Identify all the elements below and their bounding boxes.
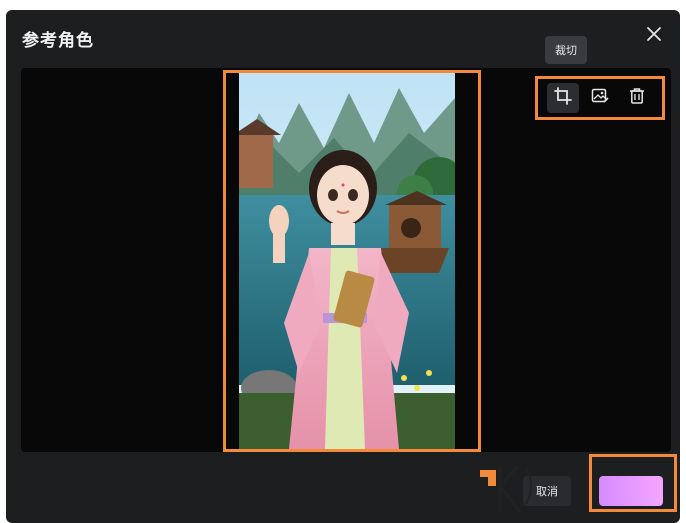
image-highlight-frame	[223, 70, 481, 452]
reference-character-dialog: 参考角色 裁切 取消	[6, 10, 680, 523]
crop-tooltip: 裁切	[545, 36, 587, 64]
crop-button[interactable]	[546, 83, 579, 113]
watermark-logo	[478, 456, 548, 520]
image-edit-icon	[591, 87, 609, 109]
confirm-highlight-frame	[589, 454, 677, 512]
crop-icon	[553, 87, 572, 109]
trash-icon	[628, 87, 646, 109]
dialog-footer: 取消	[6, 454, 680, 523]
delete-button[interactable]	[621, 83, 653, 113]
image-toolbar	[535, 76, 665, 120]
dialog-title: 参考角色	[22, 31, 94, 51]
close-icon[interactable]	[644, 24, 664, 44]
replace-image-button[interactable]	[584, 83, 616, 113]
